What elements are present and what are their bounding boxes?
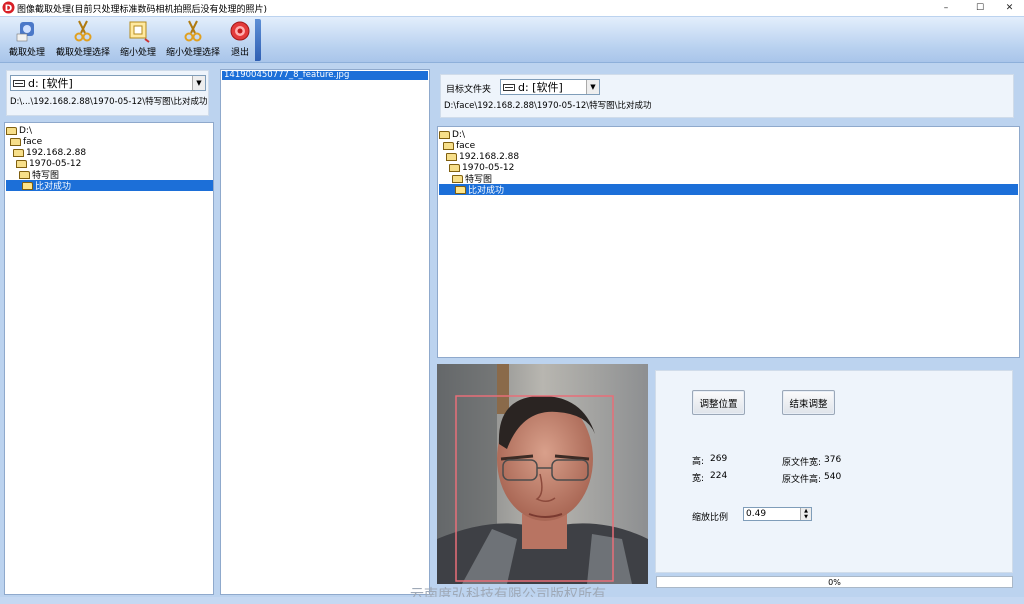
maximize-button[interactable]: ☐ — [963, 0, 997, 16]
app-logo-icon: D — [2, 1, 15, 14]
toolbar-label: 缩小处理 — [119, 48, 156, 58]
folder-open-icon — [446, 152, 457, 161]
adjust-position-button[interactable]: 调整位置 — [692, 390, 745, 415]
folder-open-icon — [455, 185, 466, 194]
window-title: 图像截取处理(目前只处理标准数码相机拍照后没有处理的照片) — [17, 5, 268, 15]
crop-select-button[interactable]: 截取处理选择 — [53, 19, 113, 61]
toolbar: 截取处理 截取处理选择 缩小处理 缩小处理选择 退出 — [0, 17, 1024, 63]
folder-open-icon — [449, 163, 460, 172]
scissors-icon — [74, 20, 92, 42]
spinner-arrows-icon[interactable]: ▲ ▼ — [800, 508, 811, 520]
file-list-item[interactable]: 141900450777_8_feature.jpg — [222, 71, 428, 80]
folder-open-icon — [452, 174, 463, 183]
source-drive-value: d: [软件] — [28, 77, 73, 90]
exit-icon — [230, 21, 250, 41]
photo-preview[interactable] — [437, 364, 648, 584]
tree-item-label: 比对成功 — [468, 186, 505, 196]
tree-item-face[interactable]: face — [443, 140, 475, 151]
scale-ratio-stepper[interactable]: 0.49 ▲ ▼ — [743, 507, 812, 521]
tree-item-label: D:\ — [19, 125, 32, 136]
original-width-value: 376 — [824, 455, 842, 465]
close-button[interactable]: ✕ — [995, 0, 1024, 16]
toolbar-label: 截取处理 — [8, 48, 45, 58]
folder-open-icon — [6, 126, 17, 135]
chevron-down-icon[interactable]: ▼ — [586, 80, 599, 94]
source-drive-select[interactable]: d: [软件] ▼ — [10, 75, 206, 91]
portrait-photo — [437, 364, 648, 584]
tree-item-match-success[interactable]: 比对成功 — [439, 184, 1018, 196]
crop-photo-icon — [16, 22, 34, 42]
title-bar: D 图像截取处理(目前只处理标准数码相机拍照后没有处理的照片) – ☐ ✕ — [0, 0, 1024, 16]
target-path-label: D:\face\192.168.2.88\1970-05-12\特写图\比对成功 — [444, 101, 652, 111]
toolbar-label: 缩小处理选择 — [165, 48, 220, 58]
source-path-panel: d: [软件] ▼ D:\...\192.168.2.88\1970-05-12… — [6, 70, 209, 116]
width-value: 224 — [710, 471, 728, 481]
tree-item-label: face — [23, 136, 43, 147]
height-label: 高: — [692, 457, 705, 467]
folder-open-icon — [13, 148, 24, 157]
folder-open-icon — [19, 170, 30, 179]
toolbar-overflow-grip[interactable] — [255, 19, 261, 61]
scale-ratio-value: 0.49 — [746, 509, 767, 519]
target-folder-label: 目标文件夹 — [446, 85, 492, 95]
tree-item-ip[interactable]: 192.168.2.88 — [446, 151, 519, 162]
tree-item-ip[interactable]: 192.168.2.88 — [13, 147, 86, 158]
tree-item-d-drive[interactable]: D:\ — [6, 125, 32, 136]
folder-open-icon — [22, 181, 33, 190]
status-bar — [0, 597, 1024, 604]
toolbar-label: 退出 — [230, 48, 249, 58]
hard-drive-icon — [13, 79, 25, 87]
folder-open-icon — [16, 159, 27, 168]
tree-item-label: 1970-05-12 — [29, 158, 82, 169]
original-width-label: 原文件宽: — [782, 458, 822, 468]
chevron-down-icon[interactable]: ▼ — [192, 76, 205, 90]
shrink-select-button[interactable]: 缩小处理选择 — [163, 19, 223, 61]
hard-drive-icon — [503, 83, 515, 91]
target-folder-tree: D:\ face 192.168.2.88 1970-05-12 特写图 比对成… — [437, 126, 1020, 358]
toolbar-label: 截取处理选择 — [55, 48, 110, 58]
width-label: 宽: — [692, 474, 705, 484]
crop-process-button[interactable]: 截取处理 — [6, 19, 48, 61]
progress-bar: 0% — [656, 576, 1013, 588]
svg-text:D: D — [5, 4, 12, 14]
tree-item-label: 192.168.2.88 — [459, 151, 520, 162]
resize-icon — [129, 21, 150, 43]
tree-item-label: 192.168.2.88 — [26, 147, 87, 158]
folder-open-icon — [443, 141, 454, 150]
file-list: 141900450777_8_feature.jpg — [220, 69, 430, 595]
folder-open-icon — [439, 130, 450, 139]
tree-item-d-drive[interactable]: D:\ — [439, 129, 465, 140]
target-drive-value: d: [软件] — [518, 81, 563, 94]
exit-button[interactable]: 退出 — [227, 19, 253, 61]
tree-item-label: D:\ — [452, 129, 465, 140]
original-height-label: 原文件高: — [782, 475, 822, 485]
tree-item-label: 1970-05-12 — [462, 162, 515, 173]
shrink-process-button[interactable]: 缩小处理 — [117, 19, 159, 61]
folder-open-icon — [10, 137, 21, 146]
target-path-panel: 目标文件夹 d: [软件] ▼ D:\face\192.168.2.88\197… — [440, 74, 1014, 118]
tree-item-label: 比对成功 — [35, 182, 72, 192]
source-folder-tree: D:\ face 192.168.2.88 1970-05-12 特写图 比对成… — [4, 122, 214, 595]
target-drive-select[interactable]: d: [软件] ▼ — [500, 79, 600, 95]
scissors-select-icon — [184, 20, 202, 42]
progress-text: 0% — [828, 578, 841, 587]
tree-item-label: face — [456, 140, 476, 151]
minimize-button[interactable]: – — [929, 0, 963, 16]
tree-item-match-success[interactable]: 比对成功 — [6, 180, 213, 192]
source-path-label: D:\...\192.168.2.88\1970-05-12\特写图\比对成功 — [10, 97, 208, 107]
finish-adjust-button[interactable]: 结束调整 — [782, 390, 835, 415]
height-value: 269 — [710, 454, 728, 464]
tree-item-face[interactable]: face — [10, 136, 42, 147]
original-height-value: 540 — [824, 472, 842, 482]
scale-ratio-label: 缩放比例 — [692, 513, 729, 523]
